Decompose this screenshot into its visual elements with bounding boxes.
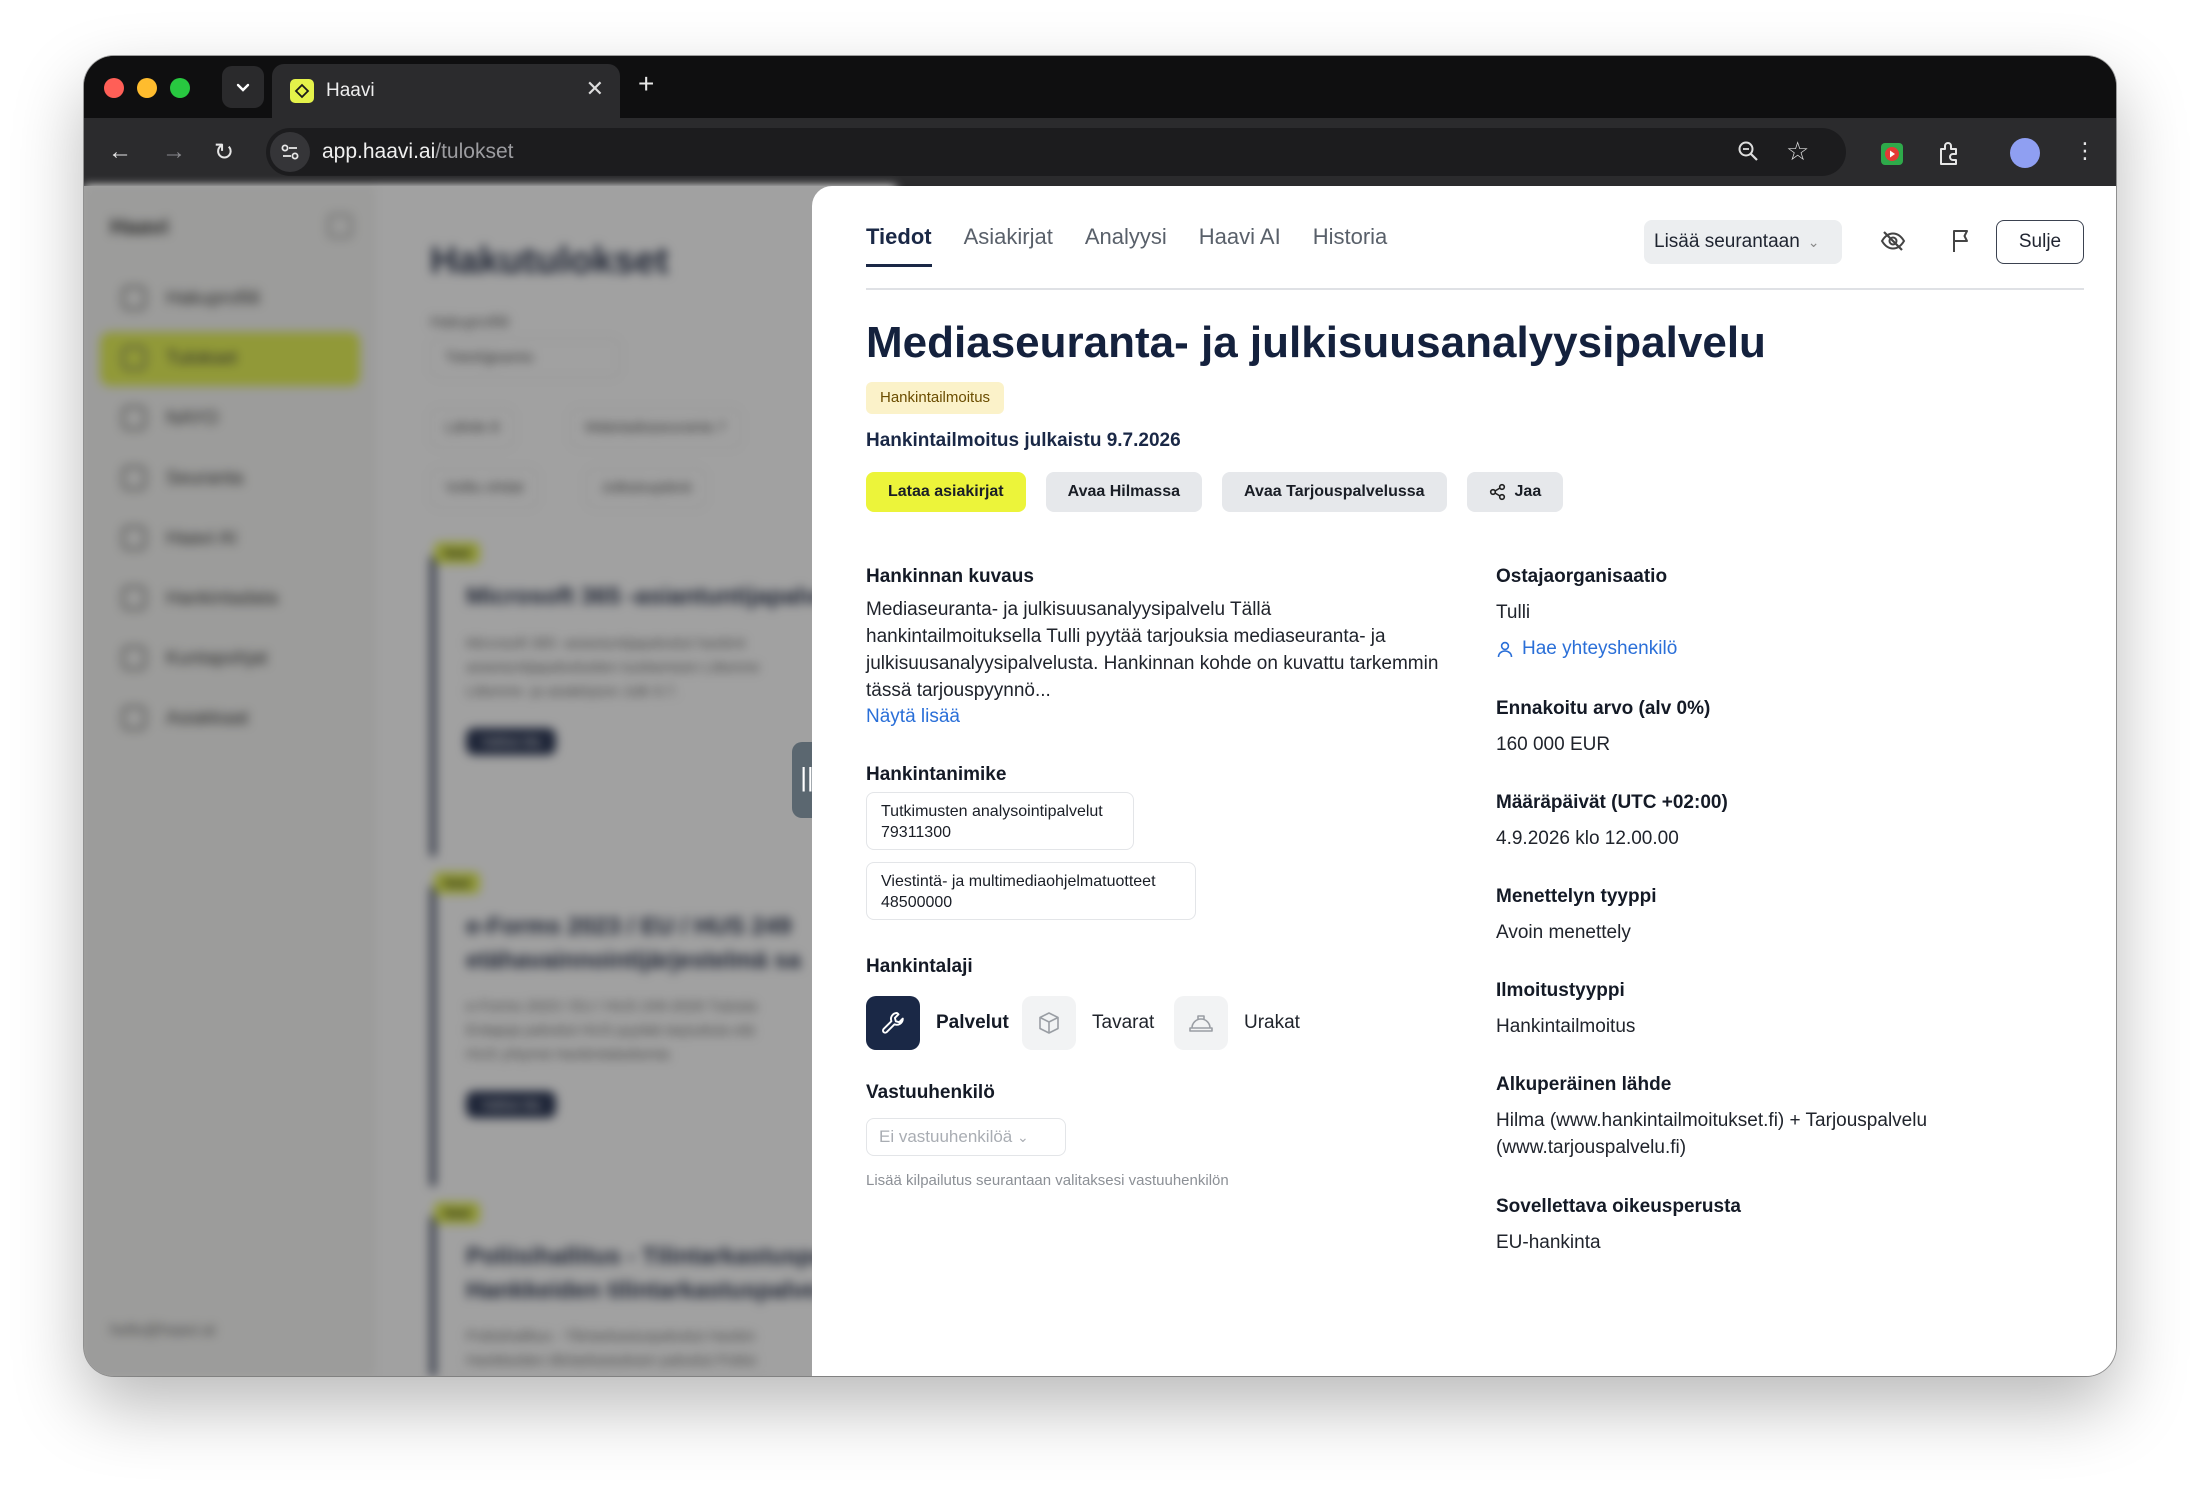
cpv-code: 48500000 [881, 894, 953, 911]
close-panel-button[interactable]: Sulje [1996, 220, 2084, 264]
add-to-tracking-select[interactable]: Lisää seurantaan ⌄ [1644, 220, 1842, 264]
browser-tab-haavi[interactable]: Haavi ✕ [272, 64, 620, 118]
forward-arrow-icon[interactable]: → [162, 138, 186, 166]
chevron-down-icon [236, 83, 250, 92]
wrench-icon [866, 996, 920, 1050]
notice-type-value: Hankintailmoitus [1496, 1016, 1636, 1037]
show-more-link[interactable]: Näytä lisää [866, 706, 960, 728]
tab-analyysi[interactable]: Analyysi [1085, 224, 1167, 267]
tab-asiakirjat[interactable]: Asiakirjat [964, 224, 1053, 267]
notice-type-label: Ilmoitustyyppi [1496, 980, 1625, 1001]
cpv-label: Hankintanimike [866, 764, 1007, 785]
buyer-label: Ostajaorganisaatio [1496, 566, 1668, 587]
minimize-window-button[interactable] [137, 78, 157, 98]
extensions-puzzle-icon[interactable] [1936, 140, 1962, 171]
hardhat-icon [1174, 996, 1228, 1050]
browser-toolbar: ← → ↻ app.haavi.ai/tulokset ☆ ⋮ [84, 118, 2116, 186]
kind-palvelut[interactable]: Palvelut [866, 996, 1009, 1050]
description-label: Hankinnan kuvaus [866, 566, 1034, 587]
kind-label: Palvelut [936, 1012, 1009, 1033]
share-label: Jaa [1514, 483, 1542, 500]
responsible-label: Vastuuhenkilö [866, 1082, 995, 1103]
browser-menu-icon[interactable]: ⋮ [2074, 138, 2096, 164]
download-documents-button[interactable]: Lataa asiakirjat [866, 472, 1026, 512]
description-text: Mediaseuranta- ja julkisuusanalyysipalve… [866, 599, 1439, 701]
tab-tiedot[interactable]: Tiedot [866, 224, 932, 267]
legal-basis-label: Sovellettava oikeusperusta [1496, 1196, 1741, 1217]
detail-tabs: Tiedot Asiakirjat Analyysi Haavi AI Hist… [866, 224, 1387, 267]
estimated-value-label: Ennakoitu arvo (alv 0%) [1496, 698, 1711, 719]
tab-close-icon[interactable]: ✕ [586, 76, 604, 102]
hide-eye-off-icon[interactable] [1878, 226, 1908, 256]
action-buttons: Lataa asiakirjat Avaa Hilmassa Avaa Tarj… [866, 472, 1564, 512]
published-date: Hankintailmoitus julkaistu 9.7.2026 [866, 430, 1181, 451]
chevron-down-icon: ⌄ [1807, 234, 1820, 250]
flag-icon[interactable] [1946, 226, 1976, 256]
haavi-favicon-icon [290, 79, 314, 103]
responsible-hint: Lisää kilpailutus seurantaan valitaksesi… [866, 1172, 1229, 1189]
buyer-value: Tulli [1496, 602, 1531, 623]
app-content: Haavi Hakuprofiili Tulokset NAYO Seurant… [84, 186, 2116, 1376]
add-to-tracking-label: Lisää seurantaan [1654, 231, 1800, 252]
browser-window: Haavi ✕ + ← → ↻ app.haavi.ai/tulokset ☆ … [84, 56, 2116, 1376]
source-value-line1: Hilma (www.hankintailmoitukset.fi) + Tar… [1496, 1110, 1928, 1131]
kind-label: Tavarat [1092, 1012, 1155, 1033]
find-contact-link[interactable]: Hae yhteyshenkilö [1496, 638, 1677, 660]
site-info-icon[interactable] [270, 132, 310, 172]
kind-label: Urakat [1244, 1012, 1300, 1033]
responsible-select[interactable]: Ei vastuuhenkilöä ⌄ [866, 1118, 1066, 1156]
tab-historia[interactable]: Historia [1313, 224, 1388, 267]
deadline-value: 4.9.2026 klo 12.00.00 [1496, 828, 1679, 849]
tabs-divider [866, 288, 2084, 290]
maximize-window-button[interactable] [170, 78, 190, 98]
tab-strip: Haavi ✕ + [84, 56, 2116, 118]
tab-search-button[interactable] [222, 66, 264, 108]
responsible-placeholder: Ei vastuuhenkilöä [879, 1127, 1013, 1146]
find-contact-label: Hae yhteyshenkilö [1522, 638, 1678, 659]
share-button[interactable]: Jaa [1466, 472, 1564, 512]
procurement-kind-label: Hankintalaji [866, 956, 973, 977]
address-bar[interactable]: app.haavi.ai/tulokset ☆ [266, 128, 1846, 176]
source-label: Alkuperäinen lähde [1496, 1074, 1672, 1095]
cpv-name: Viestintä- ja multimediaohjelmatuotteet [881, 873, 1156, 890]
profile-avatar[interactable] [2010, 138, 2040, 168]
open-hilma-button[interactable]: Avaa Hilmassa [1045, 472, 1202, 512]
cpv-chip: Viestintä- ja multimediaohjelmatuotteet … [866, 862, 1196, 920]
notice-title: Mediaseuranta- ja julkisuusanalyysipalve… [866, 318, 1766, 367]
open-tarjouspalvelu-button[interactable]: Avaa Tarjouspalvelussa [1222, 472, 1447, 512]
kind-tavarat[interactable]: Tavarat [1022, 996, 1154, 1050]
detail-panel: Tiedot Asiakirjat Analyysi Haavi AI Hist… [812, 186, 2116, 1376]
reload-icon[interactable]: ↻ [214, 138, 234, 167]
new-tab-button[interactable]: + [638, 68, 654, 100]
chevron-down-icon: ⌄ [1017, 1129, 1029, 1145]
cpv-code: 79311300 [881, 824, 951, 841]
kind-urakat[interactable]: Urakat [1174, 996, 1300, 1050]
bookmark-star-icon[interactable]: ☆ [1786, 136, 1809, 167]
cpv-chip: Tutkimusten analysointipalvelut 79311300 [866, 792, 1134, 850]
source-value-line2: (www.tarjouspalvelu.fi) [1496, 1137, 1687, 1158]
procedure-label: Menettelyn tyyppi [1496, 886, 1657, 907]
deadline-label: Määräpäivät (UTC +02:00) [1496, 792, 1728, 813]
modal-backdrop[interactable] [84, 186, 896, 1376]
extension-red-icon[interactable] [1880, 142, 1904, 171]
tab-haavi-ai[interactable]: Haavi AI [1199, 224, 1281, 267]
legal-basis-value: EU-hankinta [1496, 1232, 1601, 1253]
back-arrow-icon[interactable]: ← [108, 138, 132, 166]
tab-title: Haavi [326, 80, 375, 101]
box-icon [1022, 996, 1076, 1050]
notice-type-badge: Hankintailmoitus [866, 382, 1005, 414]
estimated-value: 160 000 EUR [1496, 734, 1611, 755]
close-window-button[interactable] [104, 78, 124, 98]
share-icon [1489, 483, 1505, 501]
url-text: app.haavi.ai/tulokset [322, 140, 514, 163]
procedure-value: Avoin menettely [1496, 922, 1631, 943]
cpv-name: Tutkimusten analysointipalvelut [881, 803, 1103, 820]
zoom-icon[interactable] [1736, 139, 1760, 169]
person-icon [1497, 641, 1513, 658]
